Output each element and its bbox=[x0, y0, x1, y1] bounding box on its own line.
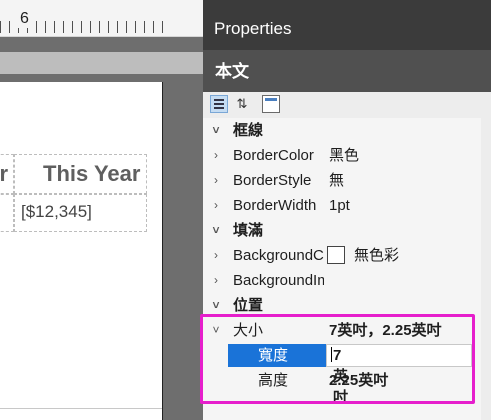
collapsed-chevron-icon[interactable]: › bbox=[210, 143, 222, 168]
category-label: 框線 bbox=[233, 122, 264, 139]
collapsed-chevron-icon[interactable]: › bbox=[210, 243, 222, 268]
category-fill[interactable]: ˅ 填滿 bbox=[203, 218, 491, 243]
property-value[interactable]: 無色彩 bbox=[354, 243, 399, 268]
property-name: BackgroundColor bbox=[233, 247, 324, 264]
selected-property-name[interactable]: 寬度 bbox=[228, 344, 327, 367]
alphabetical-sort-icon[interactable]: ⇅ bbox=[233, 95, 251, 113]
table-value-this-year[interactable]: [$12,345] bbox=[14, 194, 147, 232]
property-name: BorderColor bbox=[233, 147, 314, 164]
category-border[interactable]: ˅ 框線 bbox=[203, 118, 491, 143]
property-value[interactable]: 1pt bbox=[329, 193, 350, 218]
property-pages-icon[interactable] bbox=[262, 95, 280, 113]
property-row-width[interactable]: 寬度 7英吋 bbox=[203, 343, 491, 406]
horizontal-ruler: 6 bbox=[0, 0, 203, 37]
expanded-chevron-icon[interactable]: ˅ bbox=[210, 318, 222, 343]
property-name: 大小 bbox=[233, 322, 264, 339]
text-caret bbox=[331, 347, 332, 362]
property-name: BackgroundImage bbox=[233, 272, 324, 289]
property-row-size[interactable]: ˅ 大小 7英吋，2.25英吋 bbox=[203, 318, 491, 343]
report-body[interactable]: r This Year [$12,345] bbox=[0, 82, 163, 420]
properties-title: Properties bbox=[203, 0, 491, 50]
collapsed-chevron-icon[interactable]: › bbox=[210, 168, 222, 193]
categorized-view-icon[interactable] bbox=[210, 95, 228, 113]
property-name: BorderStyle bbox=[233, 172, 312, 189]
page-divider bbox=[0, 408, 162, 409]
table-value-cell[interactable] bbox=[0, 194, 14, 232]
property-value[interactable]: 7英吋，2.25英吋 bbox=[329, 318, 442, 343]
property-value[interactable]: 2.25英吋 bbox=[329, 368, 388, 393]
property-row-background-image[interactable]: › BackgroundImage bbox=[203, 268, 491, 293]
properties-toolbar: ⇅ bbox=[203, 92, 491, 118]
property-row-border-style[interactable]: › BorderStyle 無 bbox=[203, 168, 491, 193]
property-row-border-width[interactable]: › BorderWidth 1pt bbox=[203, 193, 491, 218]
property-name: 寬度 bbox=[258, 347, 289, 364]
property-value[interactable]: 黑色 bbox=[329, 143, 359, 168]
expanded-chevron-icon[interactable]: ˅ bbox=[210, 293, 222, 318]
collapsed-chevron-icon[interactable]: › bbox=[210, 193, 222, 218]
category-label: 位置 bbox=[233, 297, 264, 314]
property-row-border-color[interactable]: › BorderColor 黑色 bbox=[203, 143, 491, 168]
selected-object-name: 本文 bbox=[203, 50, 491, 92]
properties-pane: Properties 本文 ⇅ ˅ 框線 › BorderColor 黑色 › … bbox=[203, 0, 491, 420]
designer-band bbox=[0, 52, 203, 74]
width-value-input[interactable]: 7英吋 bbox=[326, 344, 472, 406]
expanded-chevron-icon[interactable]: ˅ bbox=[210, 218, 222, 243]
properties-scrollbar[interactable] bbox=[481, 118, 491, 420]
table-header-cell[interactable]: r bbox=[0, 154, 14, 194]
category-label: 填滿 bbox=[233, 222, 264, 239]
property-name: BorderWidth bbox=[233, 197, 317, 214]
report-designer-canvas[interactable]: 6 r This Year [$12,345] bbox=[0, 0, 203, 420]
ruler-label: 6 bbox=[18, 10, 31, 28]
collapsed-chevron-icon[interactable]: › bbox=[210, 268, 222, 293]
property-row-height[interactable]: 高度 2.25英吋 bbox=[203, 368, 491, 393]
color-swatch[interactable] bbox=[327, 246, 345, 264]
property-row-background-color[interactable]: › BackgroundColor 無色彩 bbox=[203, 243, 491, 268]
property-grid: ˅ 框線 › BorderColor 黑色 › BorderStyle 無 › … bbox=[203, 118, 491, 406]
table-header-this-year[interactable]: This Year bbox=[14, 154, 147, 194]
expanded-chevron-icon[interactable]: ˅ bbox=[210, 118, 222, 143]
category-position[interactable]: ˅ 位置 bbox=[203, 293, 491, 318]
property-value[interactable]: 無 bbox=[329, 168, 344, 193]
report-table[interactable]: r This Year [$12,345] bbox=[0, 154, 147, 232]
